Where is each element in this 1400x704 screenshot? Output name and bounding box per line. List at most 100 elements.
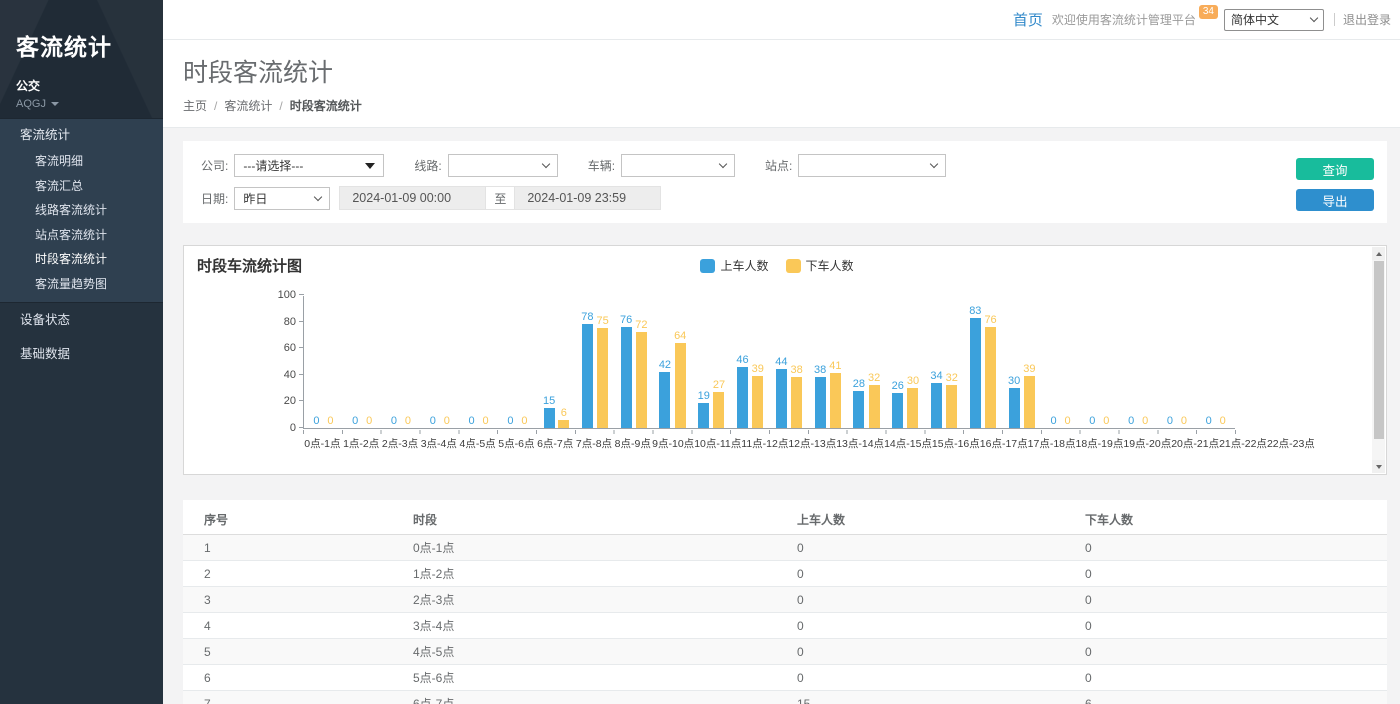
- bar-column: 39: [1023, 363, 1035, 428]
- bar[interactable]: [907, 388, 918, 428]
- breadcrumb-item[interactable]: 主页: [183, 97, 207, 114]
- sidebar-subitem[interactable]: 站点客流统计: [0, 223, 163, 248]
- bar[interactable]: [853, 391, 864, 428]
- sidebar-subitem[interactable]: 线路客流统计: [0, 198, 163, 223]
- table-cell: 4: [183, 619, 413, 633]
- scrollbar-up-button[interactable]: [1372, 247, 1385, 260]
- bar[interactable]: [737, 367, 748, 428]
- sidebar-subitem[interactable]: 客流明细: [0, 149, 163, 174]
- table-cell: 5点-6点: [413, 669, 797, 686]
- legend-item[interactable]: 下车人数: [786, 257, 854, 274]
- bar[interactable]: [675, 343, 686, 428]
- table-cell: 6点-7点: [413, 695, 797, 704]
- bar-group: 1927: [692, 379, 731, 428]
- chart-scrollbar[interactable]: [1372, 247, 1385, 473]
- language-select[interactable]: 简体中文: [1224, 9, 1324, 31]
- bar[interactable]: [752, 376, 763, 428]
- bar[interactable]: [713, 392, 724, 428]
- bar-column: 41: [829, 360, 841, 428]
- bar-column: 38: [790, 364, 802, 428]
- line-select[interactable]: [448, 154, 558, 177]
- bar[interactable]: [698, 403, 709, 428]
- bar-column: 0: [480, 415, 491, 428]
- user-name: AQGJ: [16, 98, 46, 110]
- bar-column: 34: [930, 370, 942, 428]
- bar[interactable]: [558, 420, 569, 428]
- bar[interactable]: [791, 377, 802, 428]
- legend-item[interactable]: 上车人数: [700, 257, 768, 274]
- export-button[interactable]: 导出: [1296, 189, 1374, 211]
- breadcrumb-item[interactable]: 客流统计: [224, 97, 272, 114]
- sidebar-item[interactable]: 基础数据: [0, 337, 163, 371]
- bar-group: 00: [1041, 415, 1080, 428]
- date-to-input[interactable]: 2024-01-09 23:59: [514, 186, 661, 210]
- bar-column: 38: [814, 364, 826, 428]
- bar[interactable]: [636, 332, 647, 428]
- x-axis-label: 0点-1点: [303, 436, 342, 451]
- bar-value-label: 0: [483, 415, 489, 427]
- user-dropdown[interactable]: AQGJ: [16, 98, 147, 110]
- table-cell: 0: [1085, 593, 1387, 607]
- scrollbar-down-button[interactable]: [1372, 460, 1385, 473]
- filter-row-2: 日期: 昨日 2024-01-09 00:00 至 2024-01-09 23:…: [201, 186, 1387, 210]
- bar[interactable]: [659, 372, 670, 428]
- bar[interactable]: [985, 327, 996, 428]
- company-label: 公司:: [201, 157, 228, 174]
- bar[interactable]: [544, 408, 555, 428]
- station-select[interactable]: [798, 154, 946, 177]
- date-from-input[interactable]: 2024-01-09 00:00: [339, 186, 486, 210]
- bar[interactable]: [597, 328, 608, 428]
- sidebar-item[interactable]: 设备状态: [0, 303, 163, 337]
- scrollbar-thumb[interactable]: [1374, 261, 1384, 439]
- dropdown-arrow-icon: [365, 163, 375, 169]
- sidebar-item-passenger-stats[interactable]: 客流统计: [0, 119, 163, 149]
- bar-group: 156: [537, 395, 576, 428]
- bar-value-label: 0: [1128, 415, 1134, 427]
- data-table: 序号时段上车人数下车人数 10点-1点0021点-2点0032点-3点0043点…: [183, 500, 1387, 704]
- line-filter: 线路:: [414, 154, 557, 177]
- bar-value-label: 34: [930, 370, 942, 382]
- bar-value-label: 32: [868, 372, 880, 384]
- query-button[interactable]: 查询: [1296, 158, 1374, 180]
- logout-link[interactable]: 退出登录: [1343, 11, 1391, 28]
- x-axis-label: 6点-7点: [536, 436, 575, 451]
- bar[interactable]: [621, 327, 632, 428]
- bar-group: 00: [1119, 415, 1158, 428]
- bar[interactable]: [776, 369, 787, 428]
- bar-value-label: 0: [469, 415, 475, 427]
- bar[interactable]: [1024, 376, 1035, 428]
- bar-group: 7875: [576, 311, 615, 428]
- filter-panel: 公司: ---请选择--- 线路: 车辆:: [183, 141, 1387, 223]
- bar-group: 7672: [614, 314, 653, 428]
- bar[interactable]: [815, 377, 826, 428]
- company-select[interactable]: ---请选择---: [234, 154, 384, 177]
- bar[interactable]: [946, 385, 957, 428]
- vehicle-select[interactable]: [621, 154, 735, 177]
- content: 公司: ---请选择--- 线路: 车辆:: [163, 128, 1400, 704]
- bar[interactable]: [892, 393, 903, 428]
- sidebar-subitem[interactable]: 时段客流统计: [0, 247, 163, 272]
- bar-value-label: 6: [561, 407, 567, 419]
- table-row: 54点-5点00: [183, 639, 1387, 665]
- bar[interactable]: [970, 318, 981, 428]
- bar[interactable]: [830, 373, 841, 428]
- bar-value-label: 0: [507, 415, 513, 427]
- sidebar-subitem[interactable]: 客流汇总: [0, 174, 163, 199]
- topbar: 首页 欢迎使用客流统计管理平台 34 简体中文 退出登录: [163, 0, 1400, 40]
- home-link[interactable]: 首页: [1013, 9, 1043, 30]
- bar-value-label: 26: [892, 380, 904, 392]
- bar[interactable]: [869, 385, 880, 428]
- bar[interactable]: [582, 324, 593, 428]
- date-preset-select[interactable]: 昨日: [234, 187, 330, 210]
- y-axis-tick: [299, 400, 304, 401]
- date-range-group: 2024-01-09 00:00 至 2024-01-09 23:59: [339, 186, 661, 210]
- bar[interactable]: [931, 383, 942, 428]
- table-header-cell: 上车人数: [797, 511, 1085, 528]
- x-axis-label: 1点-2点: [342, 436, 381, 451]
- bar-value-label: 76: [984, 314, 996, 326]
- bar-column: 0: [1048, 415, 1059, 428]
- line-label: 线路:: [414, 157, 441, 174]
- sidebar-subitem[interactable]: 客流量趋势图: [0, 272, 163, 297]
- bar[interactable]: [1009, 388, 1020, 428]
- bar-column: 0: [505, 415, 516, 428]
